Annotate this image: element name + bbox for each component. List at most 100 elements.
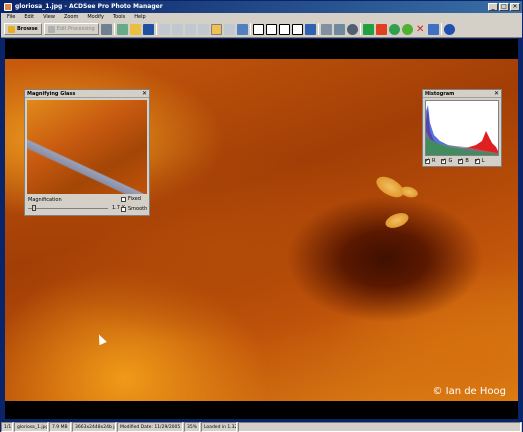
slider-track (28, 208, 108, 209)
previous-icon[interactable] (362, 23, 374, 35)
toolbar-separator (317, 23, 319, 35)
status-filename: gloriosa_1.jpg (14, 422, 48, 432)
smooth-check[interactable] (121, 206, 126, 212)
title-bar: gloriosa_1.jpg - ACDSee Pro Photo Manage… (1, 1, 522, 13)
copy-icon[interactable] (158, 23, 170, 35)
magnification-slider[interactable] (28, 205, 108, 211)
browse-icon (8, 25, 15, 33)
fullscreen-icon[interactable] (184, 23, 196, 35)
zoom-out-icon[interactable] (291, 23, 303, 35)
menu-help[interactable]: Help (134, 13, 145, 21)
status-dimensions: 3663x2448x24b jpeg (72, 422, 116, 432)
magnifier-title-bar[interactable]: Magnifying Glass ✕ (25, 90, 149, 98)
smooth-checkbox[interactable]: Smooth (121, 206, 147, 212)
magnifier-view (27, 100, 147, 194)
histogram-channel-toggles: R G B L (425, 157, 485, 164)
back-icon[interactable] (401, 23, 413, 35)
fit-icon[interactable] (252, 23, 264, 35)
actual-size-icon[interactable] (265, 23, 277, 35)
app-icon (4, 3, 12, 11)
smooth-label: Smooth (128, 206, 148, 212)
toolbar-separator (155, 23, 157, 35)
pan-icon[interactable] (210, 23, 222, 35)
fixed-check[interactable] (121, 196, 126, 202)
status-bar: 1/1 gloriosa_1.jpg 7.9 MB 3663x2448x24b … (1, 422, 522, 432)
magnify-icon[interactable] (304, 23, 316, 35)
close-button[interactable]: ✕ (510, 3, 520, 11)
next-icon[interactable] (375, 23, 387, 35)
menu-modify[interactable]: Modify (87, 13, 104, 21)
channel-g-check[interactable] (441, 157, 447, 164)
zoom-in-icon[interactable] (278, 23, 290, 35)
histogram-close-icon[interactable]: ✕ (494, 90, 499, 98)
fixed-label: Fixed (128, 196, 141, 202)
histogram-title: Histogram (425, 91, 455, 97)
channel-r-checkbox[interactable]: R (425, 157, 436, 164)
status-filesize: 7.9 MB (49, 422, 71, 432)
menu-zoom[interactable]: Zoom (64, 13, 78, 21)
copyright-watermark: © Ian de Hoog (432, 386, 506, 397)
properties-icon[interactable] (427, 23, 439, 35)
histogram-chart (426, 105, 498, 155)
magnifier-title: Magnifying Glass (27, 91, 76, 97)
toolbar: Browse Edit Processing ✕ (1, 21, 522, 38)
maximize-button[interactable]: □ (499, 3, 509, 11)
edit-icon (47, 25, 55, 33)
toolbar-separator (359, 23, 361, 35)
save-icon[interactable] (142, 23, 154, 35)
histogram-panel[interactable]: Histogram ✕ R G (422, 89, 502, 167)
channel-b-checkbox[interactable]: B (458, 157, 469, 164)
channel-l-checkbox[interactable]: L (474, 157, 485, 164)
app-window: gloriosa_1.jpg - ACDSee Pro Photo Manage… (0, 0, 523, 432)
channel-l-label: L (481, 158, 485, 164)
status-zoom: 35% (184, 422, 200, 432)
histogram-title-bar[interactable]: Histogram ✕ (423, 90, 501, 98)
rotate-icon[interactable] (320, 23, 332, 35)
menu-tools[interactable]: Tools (113, 13, 125, 21)
channel-g-checkbox[interactable]: G (441, 157, 453, 164)
menu-file[interactable]: File (7, 13, 15, 21)
toolbar-separator (249, 23, 251, 35)
status-index: 1/1 (1, 422, 13, 432)
minimize-button[interactable]: _ (488, 3, 498, 11)
image-viewer[interactable]: © Ian de Hoog Magnifying Glass ✕ Magnifi… (5, 39, 518, 419)
menu-bar: File Edit View Zoom Modify Tools Help (1, 13, 522, 21)
channel-b-check[interactable] (458, 157, 463, 164)
cursor-icon (95, 332, 107, 346)
forward-icon[interactable] (388, 23, 400, 35)
menu-edit[interactable]: Edit (24, 13, 34, 21)
toolbar-separator (113, 23, 115, 35)
help-icon[interactable] (443, 23, 455, 35)
browse-button[interactable]: Browse (4, 23, 42, 35)
zoom-icon[interactable] (236, 23, 248, 35)
open-folder-icon[interactable] (129, 23, 141, 35)
status-spacer (238, 422, 521, 432)
status-modified-date: Modified Date: 11/29/2005 2:56:09 PM (117, 422, 183, 432)
magnifying-glass-panel[interactable]: Magnifying Glass ✕ Magnification 1.7 X F… (24, 89, 150, 216)
flip-icon[interactable] (333, 23, 345, 35)
channel-l-check[interactable] (474, 157, 480, 164)
magnifier-close-icon[interactable]: ✕ (142, 90, 147, 98)
histogram-graph (425, 100, 499, 156)
browse-label: Browse (17, 26, 38, 32)
window-title: gloriosa_1.jpg - ACDSee Pro Photo Manage… (15, 3, 163, 10)
menu-view[interactable]: View (43, 13, 55, 21)
print-icon[interactable] (171, 23, 183, 35)
slideshow-icon[interactable] (197, 23, 209, 35)
channel-r-label: R (432, 158, 436, 164)
channel-g-label: G (448, 158, 453, 164)
batch-icon[interactable] (100, 23, 112, 35)
edit-processing-label: Edit Processing (56, 26, 95, 32)
channel-b-label: B (465, 158, 469, 164)
select-icon[interactable] (223, 23, 235, 35)
fixed-checkbox[interactable]: Fixed (121, 196, 141, 202)
channel-r-check[interactable] (425, 157, 430, 164)
stamen (383, 210, 411, 231)
tools-icon[interactable] (116, 23, 128, 35)
slider-thumb[interactable] (32, 205, 36, 211)
toolbar-separator (440, 23, 442, 35)
status-load-time: Loaded in 1.32 s (201, 422, 237, 432)
edit-processing-button[interactable]: Edit Processing (43, 23, 99, 35)
color-icon[interactable] (346, 23, 358, 35)
delete-icon[interactable]: ✕ (415, 24, 426, 35)
